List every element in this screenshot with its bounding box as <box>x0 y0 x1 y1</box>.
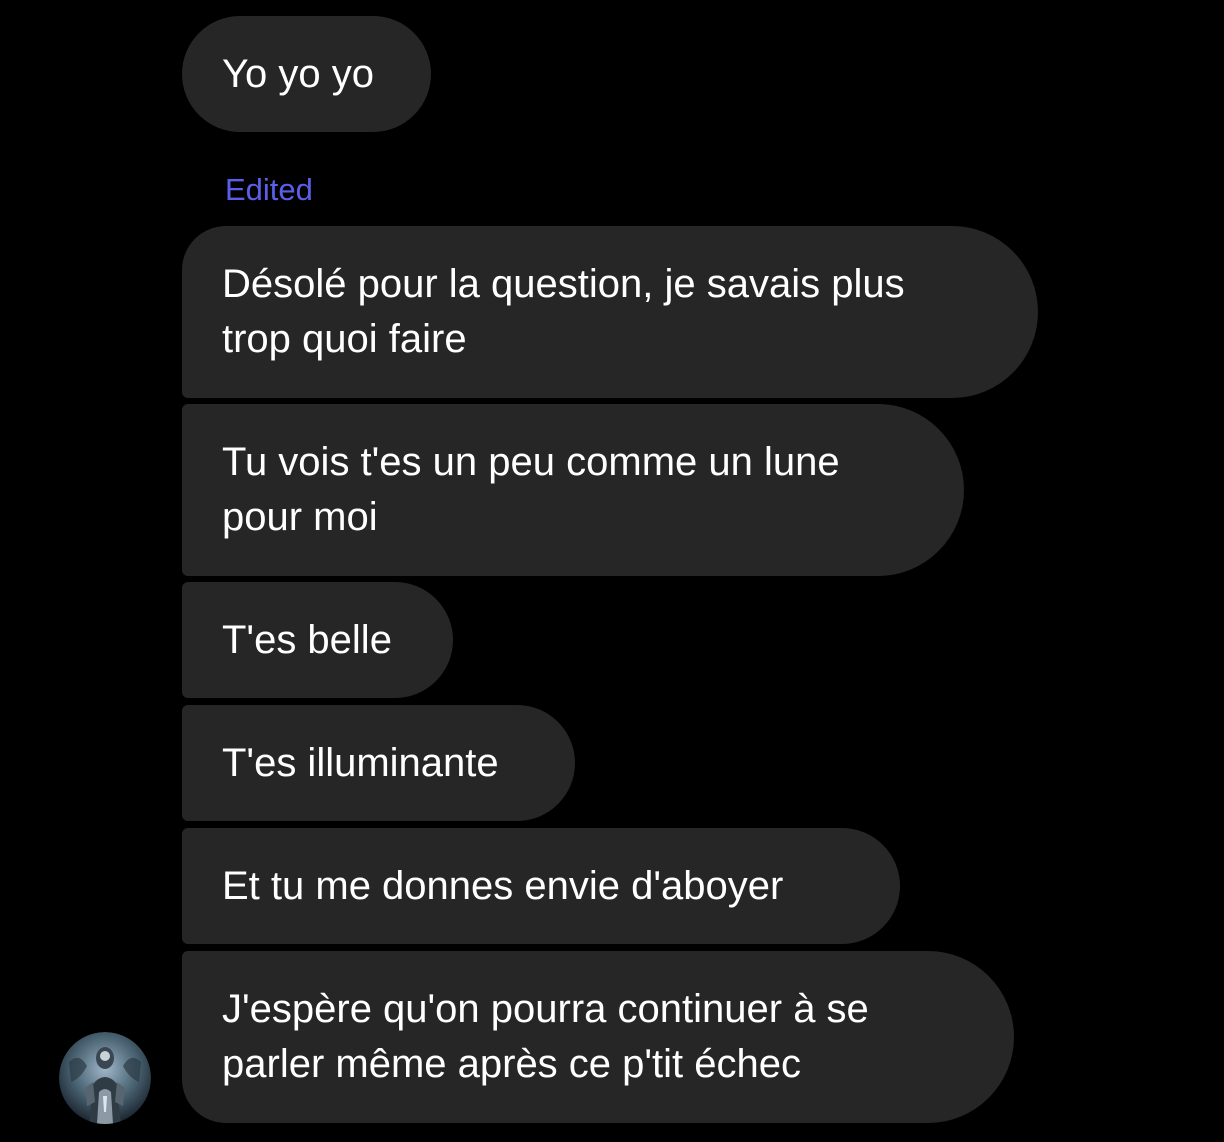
message-bubble[interactable]: Désolé pour la question, je savais plus … <box>182 226 1038 398</box>
message-text: T'es illuminante <box>222 740 499 785</box>
message-bubble[interactable]: T'es belle <box>182 582 453 698</box>
message-bubble[interactable]: Yo yo yo <box>182 16 431 132</box>
message-text: J'espère qu'on pourra continuer à se par… <box>222 987 869 1086</box>
message-text: Et tu me donnes envie d'aboyer <box>222 863 784 908</box>
message-bubble[interactable]: Tu vois t'es un peu comme un lune pour m… <box>182 404 964 576</box>
message-text: Tu vois t'es un peu comme un lune pour m… <box>222 440 840 539</box>
edited-label[interactable]: Edited <box>225 170 313 210</box>
message-bubble[interactable]: Et tu me donnes envie d'aboyer <box>182 828 900 944</box>
message-text: T'es belle <box>222 617 392 662</box>
message-text: Désolé pour la question, je savais plus … <box>222 262 905 361</box>
message-bubble[interactable]: J'espère qu'on pourra continuer à se par… <box>182 951 1014 1123</box>
message-text: Yo yo yo <box>222 51 374 96</box>
message-bubble[interactable]: T'es illuminante <box>182 705 575 821</box>
user-avatar[interactable] <box>59 1032 151 1124</box>
avatar-image <box>59 1032 151 1124</box>
